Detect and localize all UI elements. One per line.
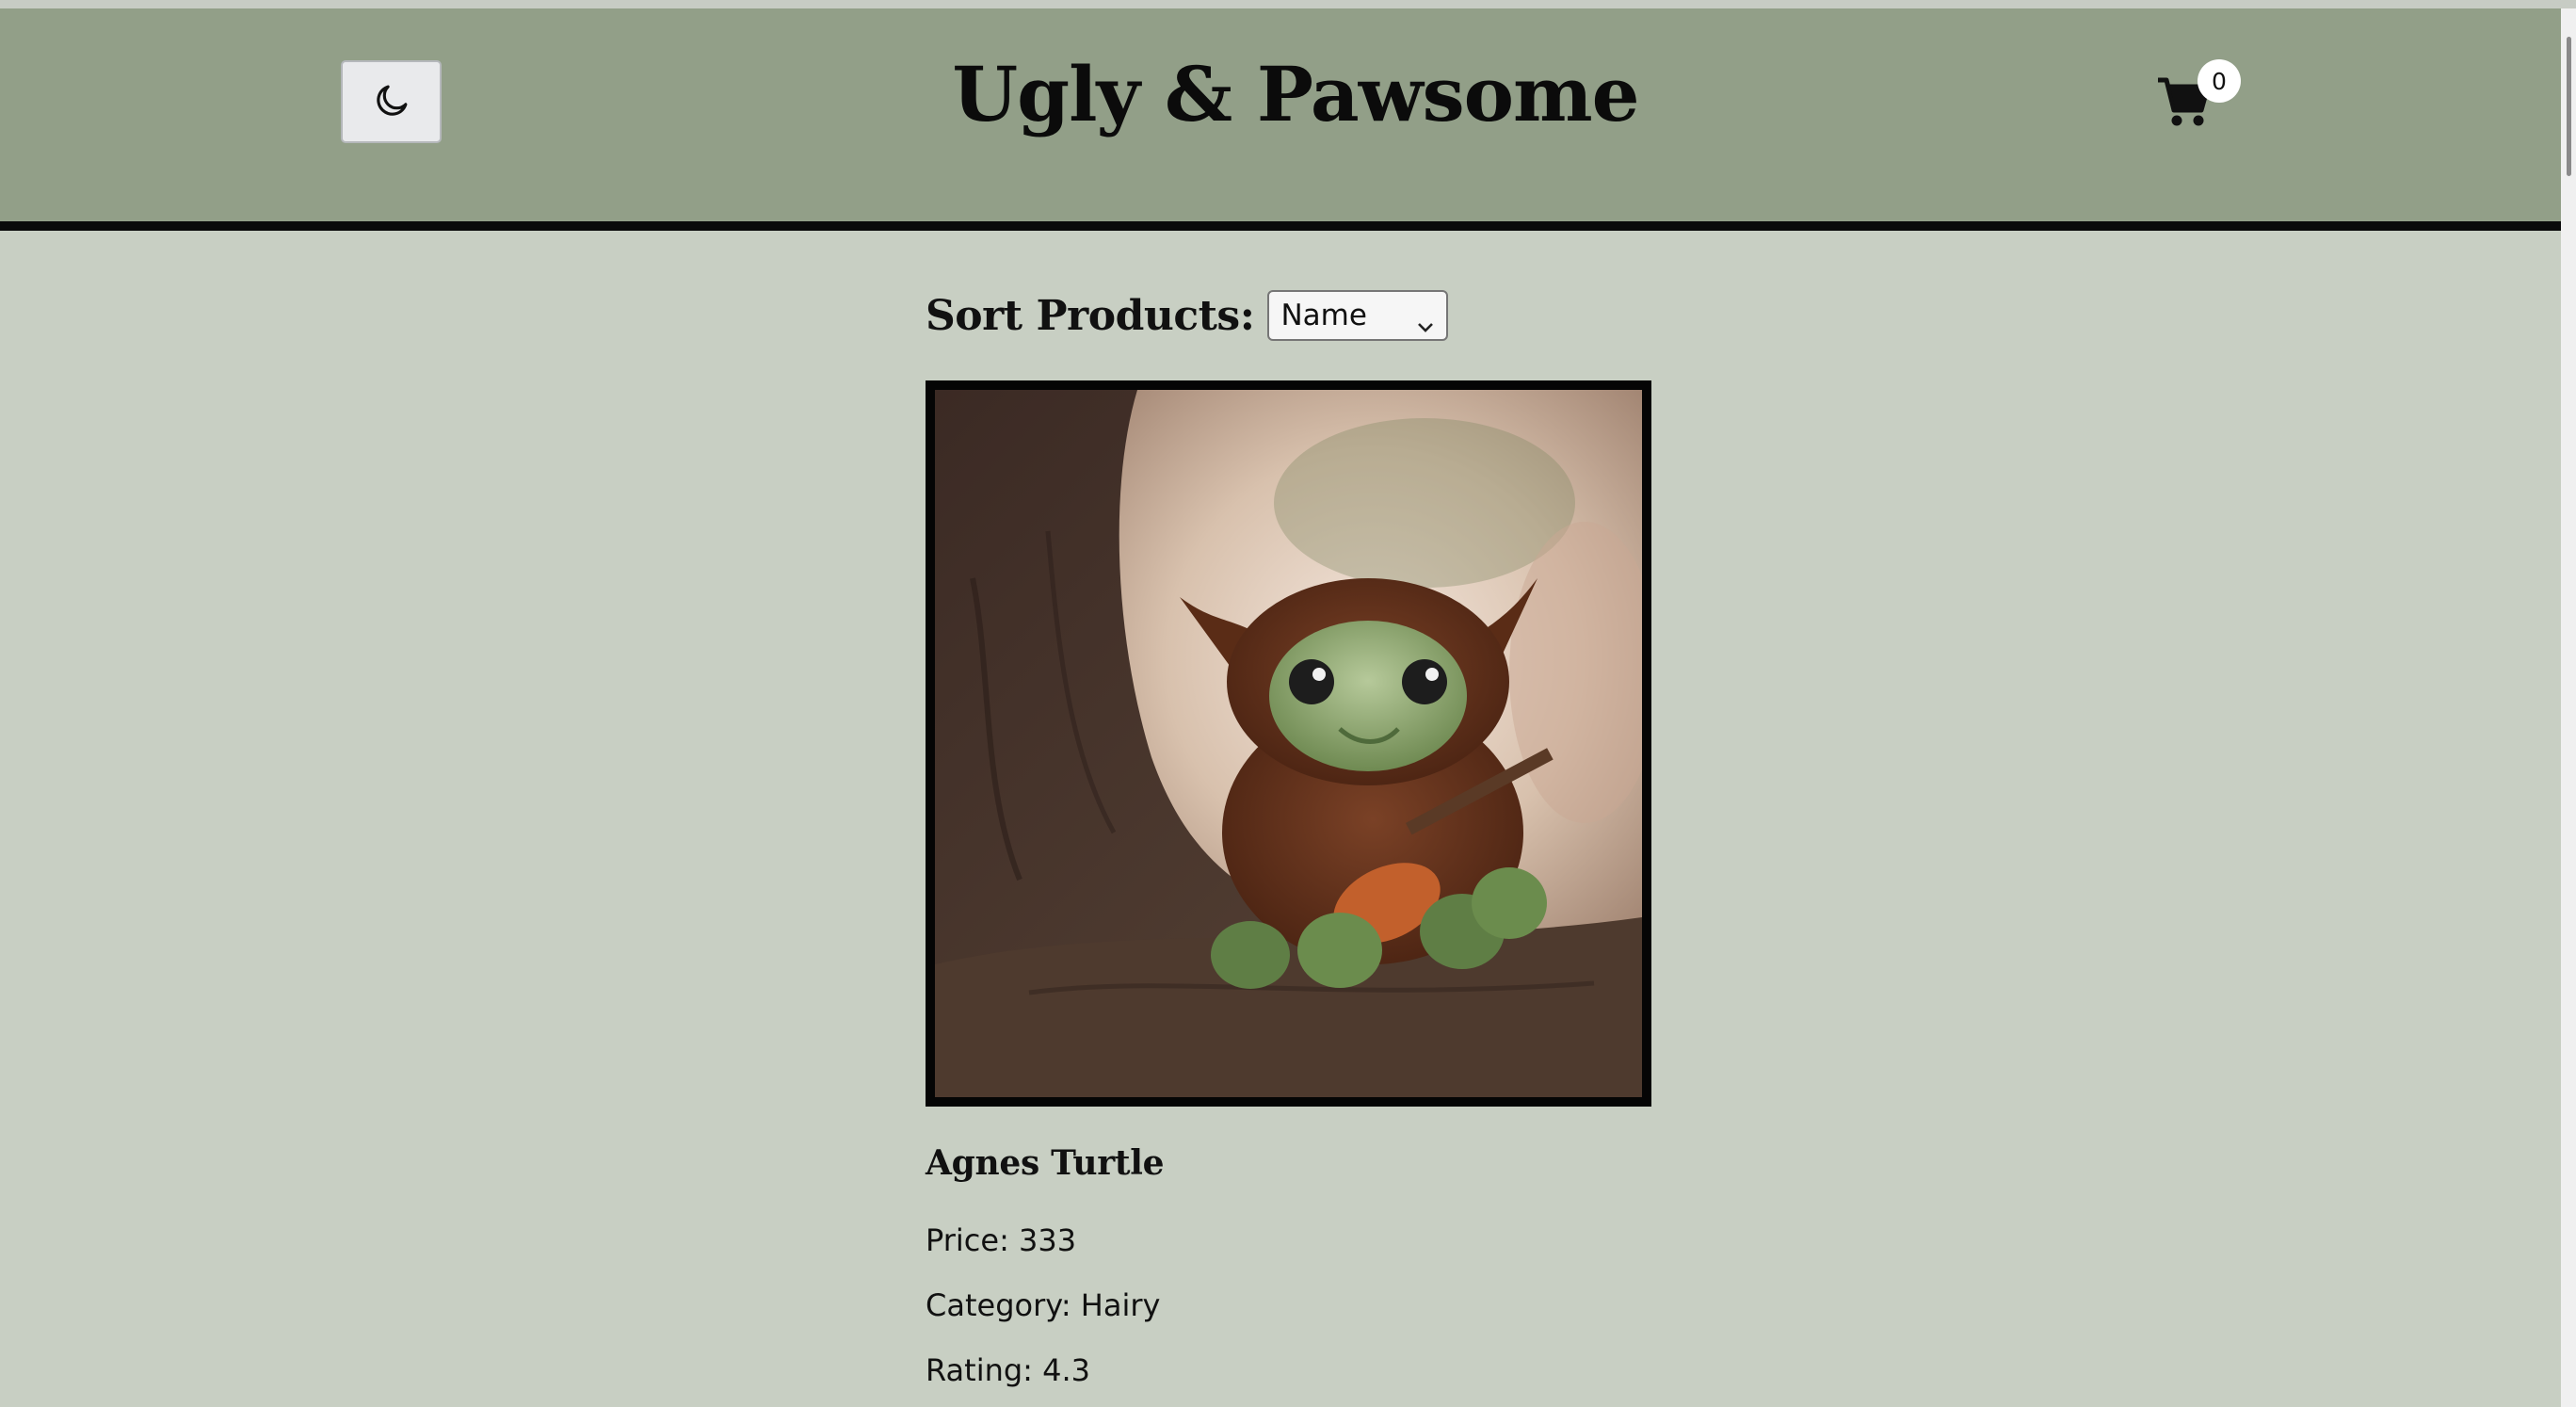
product-image[interactable] xyxy=(935,390,1642,1097)
scrollbar-thumb[interactable] xyxy=(2567,37,2571,176)
sort-selected-value: Name xyxy=(1280,299,1367,332)
product-name[interactable]: Agnes Turtle xyxy=(926,1143,1165,1183)
page: Ugly & Pawsome 0 Sort Products: Name Agn… xyxy=(0,0,2576,1407)
sort-controls: Sort Products: Name xyxy=(926,290,1449,342)
cart-count-badge: 0 xyxy=(2198,59,2241,103)
sort-label: Sort Products: xyxy=(926,291,1255,340)
page-scrollbar[interactable] xyxy=(2561,8,2576,1407)
chevron-down-icon xyxy=(1416,308,1435,342)
top-edge xyxy=(0,0,2576,8)
product-price: Price: 333 xyxy=(926,1222,1077,1258)
sort-select[interactable]: Name xyxy=(1267,290,1449,342)
site-header: Ugly & Pawsome 0 xyxy=(0,8,2576,231)
product-image-frame[interactable] xyxy=(926,380,1651,1107)
product-rating: Rating: 4.3 xyxy=(926,1352,1091,1388)
shopping-cart-icon xyxy=(2156,77,2211,135)
product-category: Category: Hairy xyxy=(926,1287,1161,1323)
